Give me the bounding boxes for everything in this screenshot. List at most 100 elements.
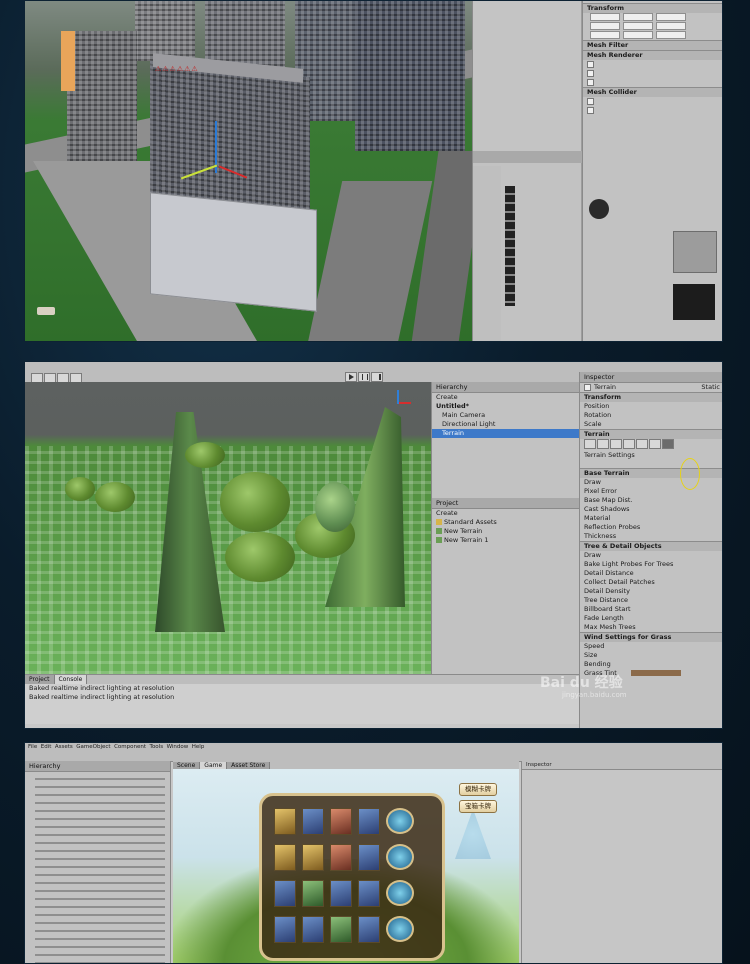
field-row: Billboard Start	[584, 605, 631, 613]
road	[307, 181, 433, 341]
move-tool-button[interactable]	[44, 372, 56, 383]
card-slot[interactable]	[386, 916, 414, 942]
component-header[interactable]: Terrain	[580, 429, 722, 439]
pause-button[interactable]	[358, 372, 370, 382]
component-header[interactable]: Transform	[583, 3, 722, 13]
chest-cards-button[interactable]: 宝箱卡牌	[459, 800, 497, 813]
menu-component[interactable]: Component	[114, 744, 146, 750]
scale-tool-button[interactable]	[70, 372, 82, 383]
hierarchy-item[interactable]: Untitled*	[432, 402, 579, 411]
card[interactable]	[274, 808, 296, 835]
field-row: Material	[584, 514, 611, 522]
hierarchy-panel: Hierarchy	[25, 761, 171, 963]
rotate-tool-button[interactable]	[57, 372, 69, 383]
hierarchy-item[interactable]: Directional Light	[432, 420, 579, 429]
paint-details-tool-button[interactable]	[649, 439, 661, 449]
place-trees-tool-button[interactable]	[636, 439, 648, 449]
gizmo-x-axis[interactable]	[399, 402, 411, 404]
play-button[interactable]	[345, 372, 357, 382]
raise-lower-tool-button[interactable]	[584, 439, 596, 449]
tab-project[interactable]: Project	[25, 675, 55, 684]
card[interactable]	[358, 808, 380, 835]
game-view[interactable]: 模糊卡牌 宝箱卡牌	[173, 769, 519, 963]
tree	[220, 472, 290, 532]
card-slot[interactable]	[386, 844, 414, 870]
scene-view-terrain[interactable]	[25, 382, 431, 674]
field-row: Speed	[584, 642, 605, 650]
inspector-tab[interactable]: Inspector	[522, 761, 722, 770]
project-item[interactable]: Standard Assets	[432, 518, 580, 527]
card[interactable]	[358, 880, 380, 907]
component-header[interactable]: Mesh Collider	[583, 87, 722, 97]
card[interactable]	[330, 916, 352, 943]
list-item[interactable]	[473, 5, 583, 14]
card[interactable]	[330, 808, 352, 835]
component-header[interactable]: Mesh Filter	[583, 40, 722, 50]
card[interactable]	[302, 844, 324, 871]
card[interactable]	[302, 916, 324, 943]
smooth-tool-button[interactable]	[610, 439, 622, 449]
card[interactable]	[274, 880, 296, 907]
play-icon	[349, 374, 354, 380]
building	[67, 31, 137, 161]
paint-texture-tool-button[interactable]	[623, 439, 635, 449]
project-title: Project	[432, 498, 580, 509]
card-slot[interactable]	[386, 808, 414, 834]
card[interactable]	[358, 916, 380, 943]
field-row	[583, 97, 722, 106]
card[interactable]	[330, 880, 352, 907]
console-panel[interactable]: Baked realtime indirect lighting at reso…	[25, 684, 579, 724]
project-asset-list[interactable]	[503, 166, 581, 341]
menu-window[interactable]: Window	[167, 744, 189, 750]
card[interactable]	[274, 916, 296, 943]
menu-tools[interactable]: Tools	[150, 744, 164, 750]
field-row: Thickness	[584, 532, 617, 540]
card[interactable]	[358, 844, 380, 871]
menu-file[interactable]: File	[28, 744, 37, 750]
hierarchy-item[interactable]: Main Camera	[432, 411, 579, 420]
console-line[interactable]: Baked realtime indirect lighting at reso…	[25, 693, 579, 702]
scene-view-city[interactable]: ⚠⚠⚠⚠⚠⚠	[25, 1, 486, 341]
hierarchy-item-selected[interactable]: Terrain	[432, 429, 579, 438]
project-item[interactable]: New Terrain	[432, 527, 580, 536]
field-row	[583, 69, 722, 78]
hierarchy-list[interactable]	[35, 775, 165, 963]
hierarchy-panel: Hierarchy Create Untitled* Main Camera D…	[431, 382, 580, 674]
field-row: Cast Shadows	[584, 505, 630, 513]
card[interactable]	[302, 808, 324, 835]
field-row	[583, 60, 722, 69]
annotation-circle	[680, 458, 700, 490]
hierarchy-title: Hierarchy	[432, 382, 579, 393]
asset-thumbnails	[505, 186, 515, 306]
menu-help[interactable]: Help	[192, 744, 205, 750]
card[interactable]	[302, 880, 324, 907]
field-row: Base Map Dist.	[584, 496, 633, 504]
field-row	[583, 78, 722, 87]
field-row	[583, 31, 722, 40]
tab-console[interactable]: Console	[54, 675, 88, 684]
object-name-field[interactable]: Terrain	[594, 383, 616, 391]
project-create-button[interactable]: Create	[432, 509, 580, 518]
static-toggle[interactable]: Static	[701, 383, 720, 392]
card[interactable]	[330, 844, 352, 871]
project-item[interactable]: New Terrain 1	[432, 536, 580, 545]
component-header[interactable]: Transform	[580, 392, 722, 402]
field-row: Collect Detail Patches	[584, 578, 655, 586]
project-folder-tree[interactable]	[473, 166, 501, 341]
console-line[interactable]: Baked realtime indirect lighting at reso…	[25, 684, 579, 693]
grass-tint-swatch[interactable]	[630, 670, 681, 676]
hierarchy-panel	[472, 1, 583, 341]
menu-edit[interactable]: Edit	[41, 744, 52, 750]
step-button[interactable]	[371, 372, 383, 382]
terrain-settings-tool-button[interactable]	[662, 439, 674, 449]
blur-cards-button[interactable]: 模糊卡牌	[459, 783, 497, 796]
card-slot[interactable]	[386, 880, 414, 906]
hierarchy-create-button[interactable]: Create	[432, 393, 579, 402]
hierarchy-list[interactable]	[473, 1, 583, 151]
card[interactable]	[274, 844, 296, 871]
paint-height-tool-button[interactable]	[597, 439, 609, 449]
material-preview-sphere	[589, 199, 609, 219]
component-header[interactable]: Mesh Renderer	[583, 50, 722, 60]
menu-gameobject[interactable]: GameObject	[76, 744, 110, 750]
menu-assets[interactable]: Assets	[55, 744, 73, 750]
